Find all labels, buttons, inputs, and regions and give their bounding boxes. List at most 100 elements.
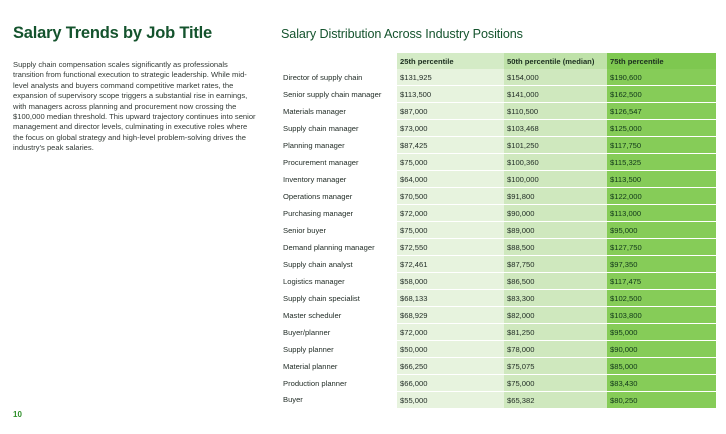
median-cell: $65,382: [504, 391, 607, 408]
median-cell: $91,800: [504, 187, 607, 205]
median-cell: $110,500: [504, 102, 607, 120]
job-title-cell: Supply chain specialist: [283, 293, 360, 303]
intro-section: Salary Trends by Job Title Supply chain …: [13, 24, 258, 154]
table-row: Inventory manager $64,000 $100,000 $113,500: [281, 170, 716, 188]
header-50th-percentile: 50th percentile (median): [504, 53, 607, 69]
median-cell: $88,500: [504, 238, 607, 256]
p25-cell: $68,133: [397, 289, 504, 307]
p25-cell: $55,000: [397, 391, 504, 408]
median-cell: $81,250: [504, 323, 607, 341]
p75-cell: $113,500: [607, 170, 716, 188]
table-row: Demand planning manager $72,550 $88,500 $12…: [281, 238, 716, 256]
p25-cell: $66,000: [397, 374, 504, 392]
job-title-cell: Planning manager: [283, 140, 345, 150]
p75-cell: $190,600: [607, 69, 716, 86]
table-body: Director of supply chain $131,925 $154,000…: [281, 69, 716, 408]
job-title-cell: Senior buyer: [283, 225, 327, 235]
table-header-row: 25th percentile 50th percentile (median)…: [281, 53, 716, 69]
table-row: Supply planner $50,000 $78,000 $90,000: [281, 340, 716, 358]
job-title-cell: Supply chain analyst: [283, 259, 353, 269]
job-title-cell: Demand planning manager: [283, 242, 375, 252]
p25-cell: $66,250: [397, 357, 504, 375]
median-cell: $141,000: [504, 85, 607, 103]
p25-cell: $87,000: [397, 102, 504, 120]
p25-cell: $50,000: [397, 340, 504, 358]
median-cell: $90,000: [504, 204, 607, 222]
median-cell: $154,000: [504, 69, 607, 86]
p25-cell: $72,550: [397, 238, 504, 256]
job-title-cell: Master scheduler: [283, 310, 342, 320]
job-title-cell: Buyer/planner: [283, 327, 331, 337]
p75-cell: $125,000: [607, 119, 716, 137]
p75-cell: $115,325: [607, 153, 716, 171]
p25-cell: $72,000: [397, 204, 504, 222]
intro-paragraph: Supply chain compensation scales signifi…: [13, 60, 256, 153]
table-row: Master scheduler $68,929 $82,000 $103,800: [281, 306, 716, 324]
median-cell: $75,000: [504, 374, 607, 392]
job-title-cell: Supply planner: [283, 344, 334, 354]
job-title-cell: Logistics manager: [283, 276, 345, 286]
median-cell: $89,000: [504, 221, 607, 239]
p75-cell: $103,800: [607, 306, 716, 324]
median-cell: $103,468: [504, 119, 607, 137]
table-row: Director of supply chain $131,925 $154,000…: [281, 69, 716, 86]
median-cell: $100,000: [504, 170, 607, 188]
table-row: Materials manager $87,000 $110,500 $126,547: [281, 102, 716, 120]
median-cell: $100,360: [504, 153, 607, 171]
job-title-cell: Purchasing manager: [283, 208, 354, 218]
p25-cell: $64,000: [397, 170, 504, 188]
p25-cell: $73,000: [397, 119, 504, 137]
table-row: Purchasing manager $72,000 $90,000 $113,000: [281, 204, 716, 222]
p25-cell: $113,500: [397, 85, 504, 103]
table-row: Operations manager $70,500 $91,800 $122,000: [281, 187, 716, 205]
salary-table: 25th percentile 50th percentile (median)…: [281, 53, 716, 408]
job-title-cell: Procurement manager: [283, 157, 359, 167]
p75-cell: $117,475: [607, 272, 716, 290]
job-title-cell: Director of supply chain: [283, 72, 363, 82]
median-cell: $86,500: [504, 272, 607, 290]
median-cell: $83,300: [504, 289, 607, 307]
job-title-cell: Supply chain manager: [283, 123, 359, 133]
table-title: Salary Distribution Across Industry Posi…: [281, 27, 523, 41]
median-cell: $101,250: [504, 136, 607, 154]
p25-cell: $70,500: [397, 187, 504, 205]
p75-cell: $117,750: [607, 136, 716, 154]
p25-cell: $58,000: [397, 272, 504, 290]
table-row: Supply chain specialist $68,133 $83,300 $10…: [281, 289, 716, 307]
table-row: Procurement manager $75,000 $100,360 $115,3…: [281, 153, 716, 171]
p75-cell: $80,250: [607, 391, 716, 408]
header-job-title: [281, 53, 397, 69]
page-number: 10: [13, 410, 22, 419]
header-75th-percentile: 75th percentile: [607, 53, 716, 69]
p75-cell: $127,750: [607, 238, 716, 256]
median-cell: $78,000: [504, 340, 607, 358]
p75-cell: $95,000: [607, 221, 716, 239]
p75-cell: $102,500: [607, 289, 716, 307]
median-cell: $82,000: [504, 306, 607, 324]
table-row: Planning manager $87,425 $101,250 $117,750: [281, 136, 716, 154]
p25-cell: $87,425: [397, 136, 504, 154]
p75-cell: $126,547: [607, 102, 716, 120]
p25-cell: $72,000: [397, 323, 504, 341]
table-row: Senior buyer $75,000 $89,000 $95,000: [281, 221, 716, 239]
p75-cell: $97,350: [607, 255, 716, 273]
p75-cell: $162,500: [607, 85, 716, 103]
p25-cell: $75,000: [397, 221, 504, 239]
p25-cell: $75,000: [397, 153, 504, 171]
job-title-cell: Inventory manager: [283, 174, 347, 184]
median-cell: $87,750: [504, 255, 607, 273]
job-title-cell: Production planner: [283, 378, 347, 388]
table-row: Supply chain manager $73,000 $103,468 $125,…: [281, 119, 716, 137]
p75-cell: $122,000: [607, 187, 716, 205]
p25-cell: $72,461: [397, 255, 504, 273]
p75-cell: $95,000: [607, 323, 716, 341]
table-row: Senior supply chain manager $113,500 $141,…: [281, 85, 716, 103]
median-cell: $75,075: [504, 357, 607, 375]
job-title-cell: Operations manager: [283, 191, 353, 201]
job-title-cell: Material planner: [283, 361, 338, 371]
table-row: Logistics manager $58,000 $86,500 $117,475: [281, 272, 716, 290]
header-25th-percentile: 25th percentile: [397, 53, 504, 69]
page-title: Salary Trends by Job Title: [13, 24, 212, 42]
p25-cell: $131,925: [397, 69, 504, 86]
job-title-cell: Materials manager: [283, 106, 346, 116]
